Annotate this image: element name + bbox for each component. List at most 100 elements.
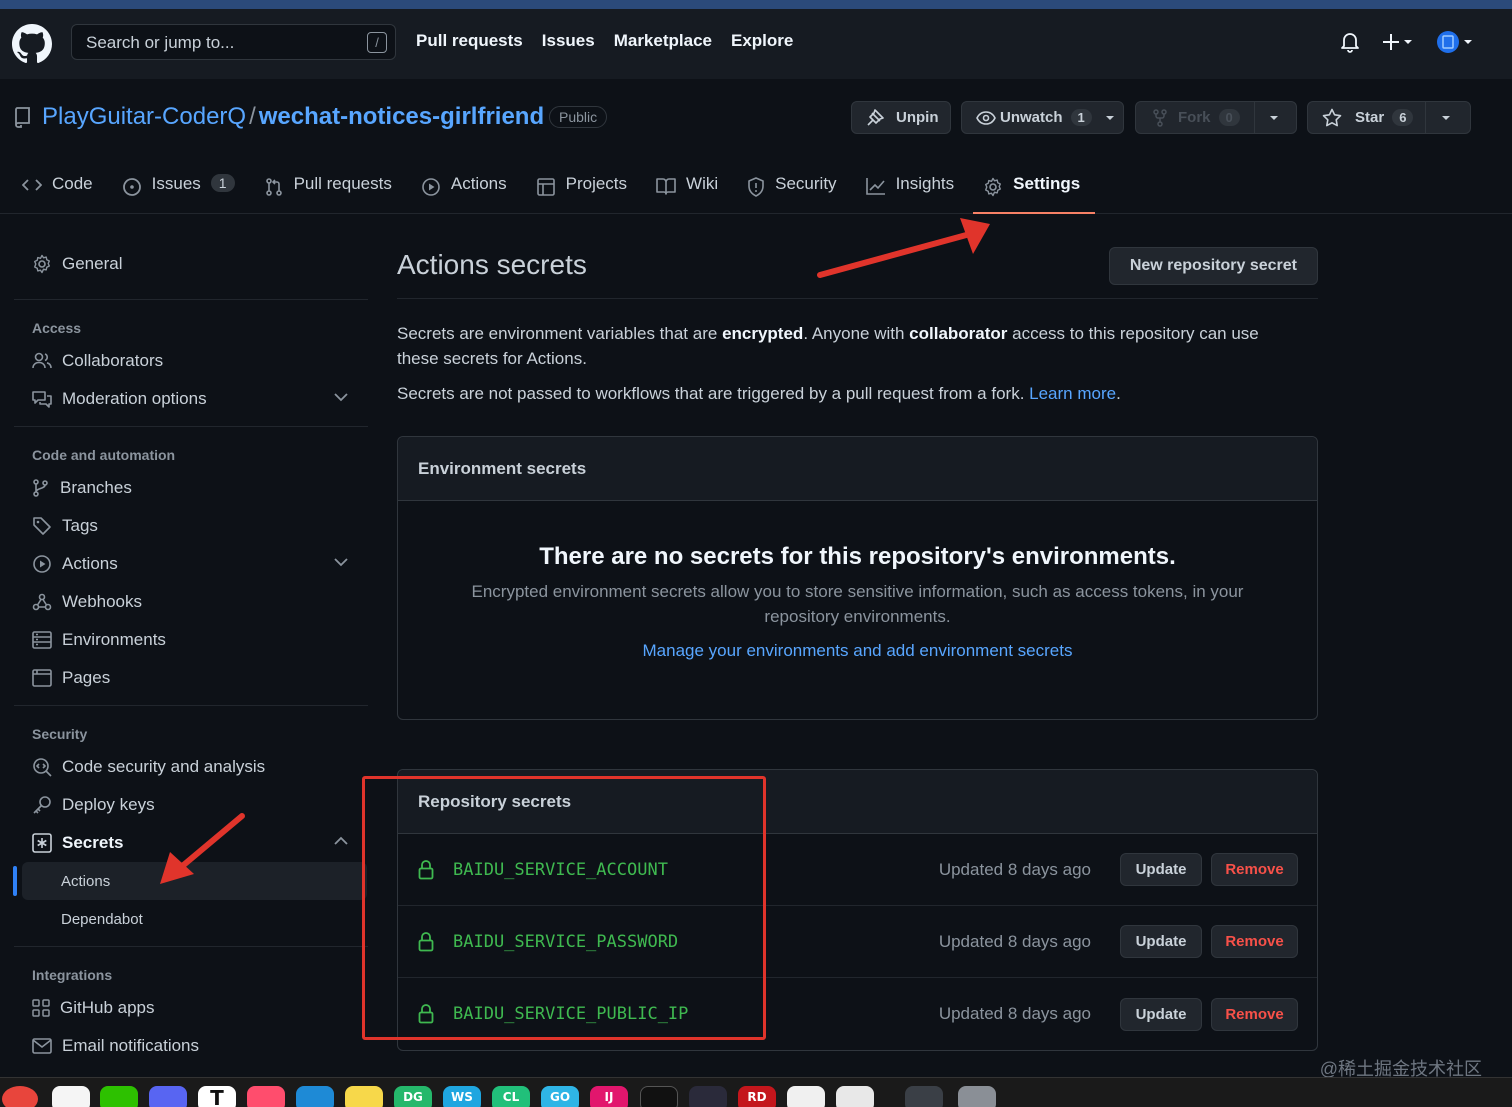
typora-app-icon[interactable]: T [198,1086,236,1107]
nav-pull-requests[interactable]: Pull requests [416,31,523,51]
repo-icon [15,107,30,128]
star-icon [1322,108,1342,126]
github-logo-icon[interactable] [12,24,52,64]
desc1-c: . Anyone with [803,324,910,343]
tab-insights[interactable]: Insights [865,174,970,214]
header-actions [1340,29,1474,55]
repo-owner-link[interactable]: PlayGuitar-CoderQ [42,103,246,130]
sidebar-item-code-security-label: Code security and analysis [62,757,266,776]
sidebar-heading-code-automation: Code and automation [32,447,176,463]
nav-issues[interactable]: Issues [542,31,595,51]
remove-secret-button[interactable]: Remove [1211,853,1298,886]
learn-more-link[interactable]: Learn more [1029,384,1116,403]
terminal-app-icon[interactable] [640,1086,678,1107]
bell-icon[interactable] [1340,31,1360,53]
tab-settings[interactable]: Settings [973,174,1096,214]
repo-separator: / [249,103,256,130]
wechat-app-icon[interactable] [100,1086,138,1107]
desc1-collaborator: collaborator [909,324,1008,343]
tab-wiki-label: Wiki [686,174,719,193]
table-icon [536,178,555,196]
sidebar-item-actions[interactable]: Actions [14,545,368,583]
avatar-dropdown-icon[interactable] [1436,29,1474,55]
pull-request-icon [265,178,282,196]
tab-pull-requests[interactable]: Pull requests [264,174,407,214]
fork-button[interactable]: Fork 0 [1135,101,1297,134]
tab-code[interactable]: Code [22,174,108,214]
intellij-app-icon[interactable]: IJ [590,1086,628,1107]
sidebar-item-code-security[interactable]: Code security and analysis [14,748,368,786]
update-secret-button[interactable]: Update [1120,997,1202,1031]
update-secret-button[interactable]: Update [1120,925,1202,958]
sidebar-item-tags[interactable]: Tags [14,507,368,545]
update-secret-button[interactable]: Update [1120,853,1202,886]
fork-caret-icon [1270,115,1279,120]
sidebar-divider [14,705,368,706]
sidebar-item-collaborators[interactable]: Collaborators [14,342,368,380]
gear-icon [985,177,1002,197]
sidebar-item-moderation[interactable]: Moderation options [14,380,368,418]
environment-secrets-empty: There are no secrets for this repository… [398,501,1317,719]
webstorm-app-icon[interactable]: WS [443,1086,481,1107]
gear-icon [34,254,50,274]
window-preview-icon[interactable] [905,1086,943,1107]
tab-projects[interactable]: Projects [536,174,642,214]
pin-icon [867,108,884,126]
repo-header: PlayGuitar-CoderQ / wechat-notices-girlfri… [0,79,1512,214]
tab-issues[interactable]: Issues 1 [122,174,250,214]
textedit-app-icon[interactable] [836,1086,874,1107]
watch-caret-icon [1105,115,1114,120]
sidebar-item-environments[interactable]: Environments [14,621,368,659]
tab-actions[interactable]: Actions [421,174,522,214]
plus-dropdown-icon[interactable] [1382,32,1414,52]
tab-security[interactable]: Security [747,174,851,214]
discord-app-icon[interactable] [149,1086,187,1107]
app-icon-pink[interactable] [247,1086,285,1107]
webstorm-letters: WS [451,1090,473,1104]
search-input[interactable]: Search or jump to... / [71,24,396,60]
app-icon-dark[interactable] [689,1086,727,1107]
secret-updated: Updated 8 days ago [938,931,1091,951]
trash-app-icon[interactable] [958,1086,996,1107]
app-icon-yellow[interactable] [345,1086,383,1107]
play-circle-icon [33,555,51,573]
sidebar-item-github-apps[interactable]: GitHub apps [14,989,368,1027]
sidebar-item-branches[interactable]: Branches [14,469,368,507]
watch-button[interactable]: Unwatch 1 [961,101,1124,134]
pictogram-app-icon[interactable] [52,1086,90,1107]
unpin-button[interactable]: Unpin [851,101,951,134]
branch-icon [33,479,48,497]
manage-environments-link[interactable]: Manage your environments and add environ… [398,641,1317,661]
vscode-app-icon[interactable] [296,1086,334,1107]
sidebar-item-email[interactable]: Email notifications [14,1027,368,1065]
new-repository-secret-button[interactable]: New repository secret [1108,247,1318,285]
sidebar-item-general[interactable]: General [14,245,368,283]
fork-caret[interactable] [1253,102,1294,133]
star-caret[interactable] [1425,102,1465,133]
chevron-up-icon[interactable] [334,836,348,846]
star-button[interactable]: Star 6 [1307,101,1471,134]
clion-app-icon[interactable]: CL [492,1086,530,1107]
remove-secret-button[interactable]: Remove [1211,997,1298,1031]
sidebar-divider [14,426,368,427]
sidebar-item-webhooks[interactable]: Webhooks [14,583,368,621]
chevron-down-icon[interactable] [334,392,348,402]
nav-marketplace[interactable]: Marketplace [614,31,712,51]
tab-projects-label: Projects [565,174,628,193]
app-icon-light[interactable] [787,1086,825,1107]
tab-wiki[interactable]: Wiki [656,174,733,214]
sidebar-subitem-dependabot-label: Dependabot [61,910,143,928]
people-icon [32,352,52,369]
goland-app-icon[interactable]: GO [541,1086,579,1107]
sidebar-heading-access: Access [32,320,82,336]
datagrip-app-icon[interactable]: DG [394,1086,432,1107]
redis-app-icon[interactable]: RD [738,1086,776,1107]
sidebar-item-pages[interactable]: Pages [14,659,368,697]
chrome-app-icon[interactable] [2,1086,38,1107]
secret-updated: Updated 8 days ago [938,859,1091,879]
sidebar-subitem-dependabot[interactable]: Dependabot [14,900,368,938]
repo-name-link[interactable]: wechat-notices-girlfriend [259,103,544,130]
nav-explore[interactable]: Explore [731,31,793,51]
chevron-down-icon[interactable] [334,557,348,567]
remove-secret-button[interactable]: Remove [1211,925,1298,958]
